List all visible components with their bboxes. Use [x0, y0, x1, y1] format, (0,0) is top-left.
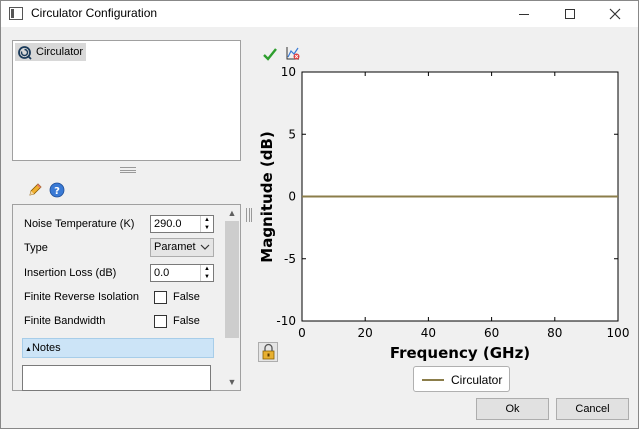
finite-bandwidth-label: Finite Bandwidth	[24, 315, 106, 327]
x-tick-label: 60	[484, 326, 499, 340]
circulator-icon	[18, 45, 32, 60]
notes-section-header[interactable]: ▲Notes	[22, 338, 214, 358]
app-icon	[9, 7, 23, 20]
insertion-loss-label: Insertion Loss (dB)	[24, 267, 117, 279]
dialog-window: Circulator Configuration Circulator ? No…	[0, 0, 639, 429]
x-axis-label: Frequency (GHz)	[390, 344, 530, 362]
type-value: Paramet	[154, 241, 196, 253]
component-tree[interactable]: Circulator	[12, 40, 241, 161]
y-tick-label: -10	[276, 314, 296, 328]
notes-label-text: Notes	[31, 342, 61, 354]
notes-textarea[interactable]	[22, 365, 211, 391]
y-tick-label: 0	[288, 190, 296, 204]
spin-buttons[interactable]: ▲ ▼	[200, 216, 213, 232]
noise-temperature-spinbox[interactable]: 290.0 ▲ ▼	[150, 215, 214, 233]
tree-item-label: Circulator	[36, 46, 84, 58]
horizontal-splitter-handle[interactable]	[120, 167, 136, 173]
window-title: Circulator Configuration	[31, 6, 158, 20]
finite-reverse-isolation-label: Finite Reverse Isolation	[24, 291, 139, 303]
lock-icon	[262, 343, 275, 360]
properties-panel: Noise Temperature (K) 290.0 ▲ ▼ Type Para…	[12, 204, 241, 391]
type-label: Type	[24, 242, 48, 254]
legend-series-label: Circulator	[451, 373, 503, 387]
legend-series-swatch	[422, 379, 444, 381]
scrollbar-thumb[interactable]	[225, 221, 239, 338]
x-tick-label: 40	[421, 326, 436, 340]
x-tick-label: 100	[607, 326, 630, 340]
spin-buttons[interactable]: ▲ ▼	[200, 265, 213, 281]
maximize-icon	[565, 9, 575, 19]
x-tick-label: 0	[298, 326, 306, 340]
finite-reverse-isolation-checkbox[interactable]	[154, 291, 167, 304]
lock-button[interactable]	[258, 342, 278, 362]
tree-item-circulator[interactable]: Circulator	[15, 43, 87, 61]
chevron-down-icon	[200, 244, 210, 250]
title-bar: Circulator Configuration	[1, 1, 638, 27]
caret-up-icon: ▲	[25, 346, 32, 353]
close-icon	[609, 8, 621, 20]
x-tick-label: 80	[547, 326, 562, 340]
notes-label: ▲Notes	[25, 342, 61, 354]
scroll-up-icon[interactable]: ▲	[224, 205, 240, 221]
y-axis-label: Magnitude (dB)	[258, 131, 276, 262]
spin-down-icon[interactable]: ▼	[201, 224, 213, 232]
y-tick-label: 5	[288, 127, 296, 141]
close-button[interactable]	[592, 1, 638, 27]
noise-temperature-label: Noise Temperature (K)	[24, 218, 135, 230]
finite-bandwidth-value: False	[173, 315, 200, 327]
finite-reverse-isolation-value: False	[173, 291, 200, 303]
insertion-loss-spinbox[interactable]: 0.0 ▲ ▼	[150, 264, 214, 282]
noise-temperature-value: 290.0	[154, 218, 182, 230]
spin-up-icon[interactable]: ▲	[201, 265, 213, 273]
maximize-button[interactable]	[547, 1, 593, 27]
ok-button[interactable]: Ok	[476, 398, 549, 420]
cancel-button[interactable]: Cancel	[556, 398, 629, 420]
svg-text:?: ?	[54, 186, 60, 197]
type-combobox[interactable]: Paramet	[150, 238, 214, 257]
spin-up-icon[interactable]: ▲	[201, 216, 213, 224]
finite-bandwidth-checkbox[interactable]	[154, 315, 167, 328]
scroll-down-icon[interactable]: ▼	[224, 374, 240, 390]
x-tick-label: 20	[358, 326, 373, 340]
insertion-loss-value: 0.0	[154, 267, 170, 279]
y-tick-label: 10	[281, 65, 296, 79]
chart-legend[interactable]: Circulator	[413, 366, 510, 392]
minimize-button[interactable]	[501, 1, 547, 27]
spin-down-icon[interactable]: ▼	[201, 273, 213, 281]
help-icon[interactable]: ?	[49, 182, 65, 198]
y-tick-label: -5	[284, 252, 296, 266]
magnitude-plot[interactable]: 10 5 0 -5 -10 0 20 40 60 80 100 Magnitude (dB) Fr…	[251, 41, 636, 366]
minimize-icon	[519, 13, 529, 15]
pencil-icon[interactable]	[27, 182, 43, 198]
properties-scrollbar[interactable]: ▲ ▼	[224, 205, 240, 390]
